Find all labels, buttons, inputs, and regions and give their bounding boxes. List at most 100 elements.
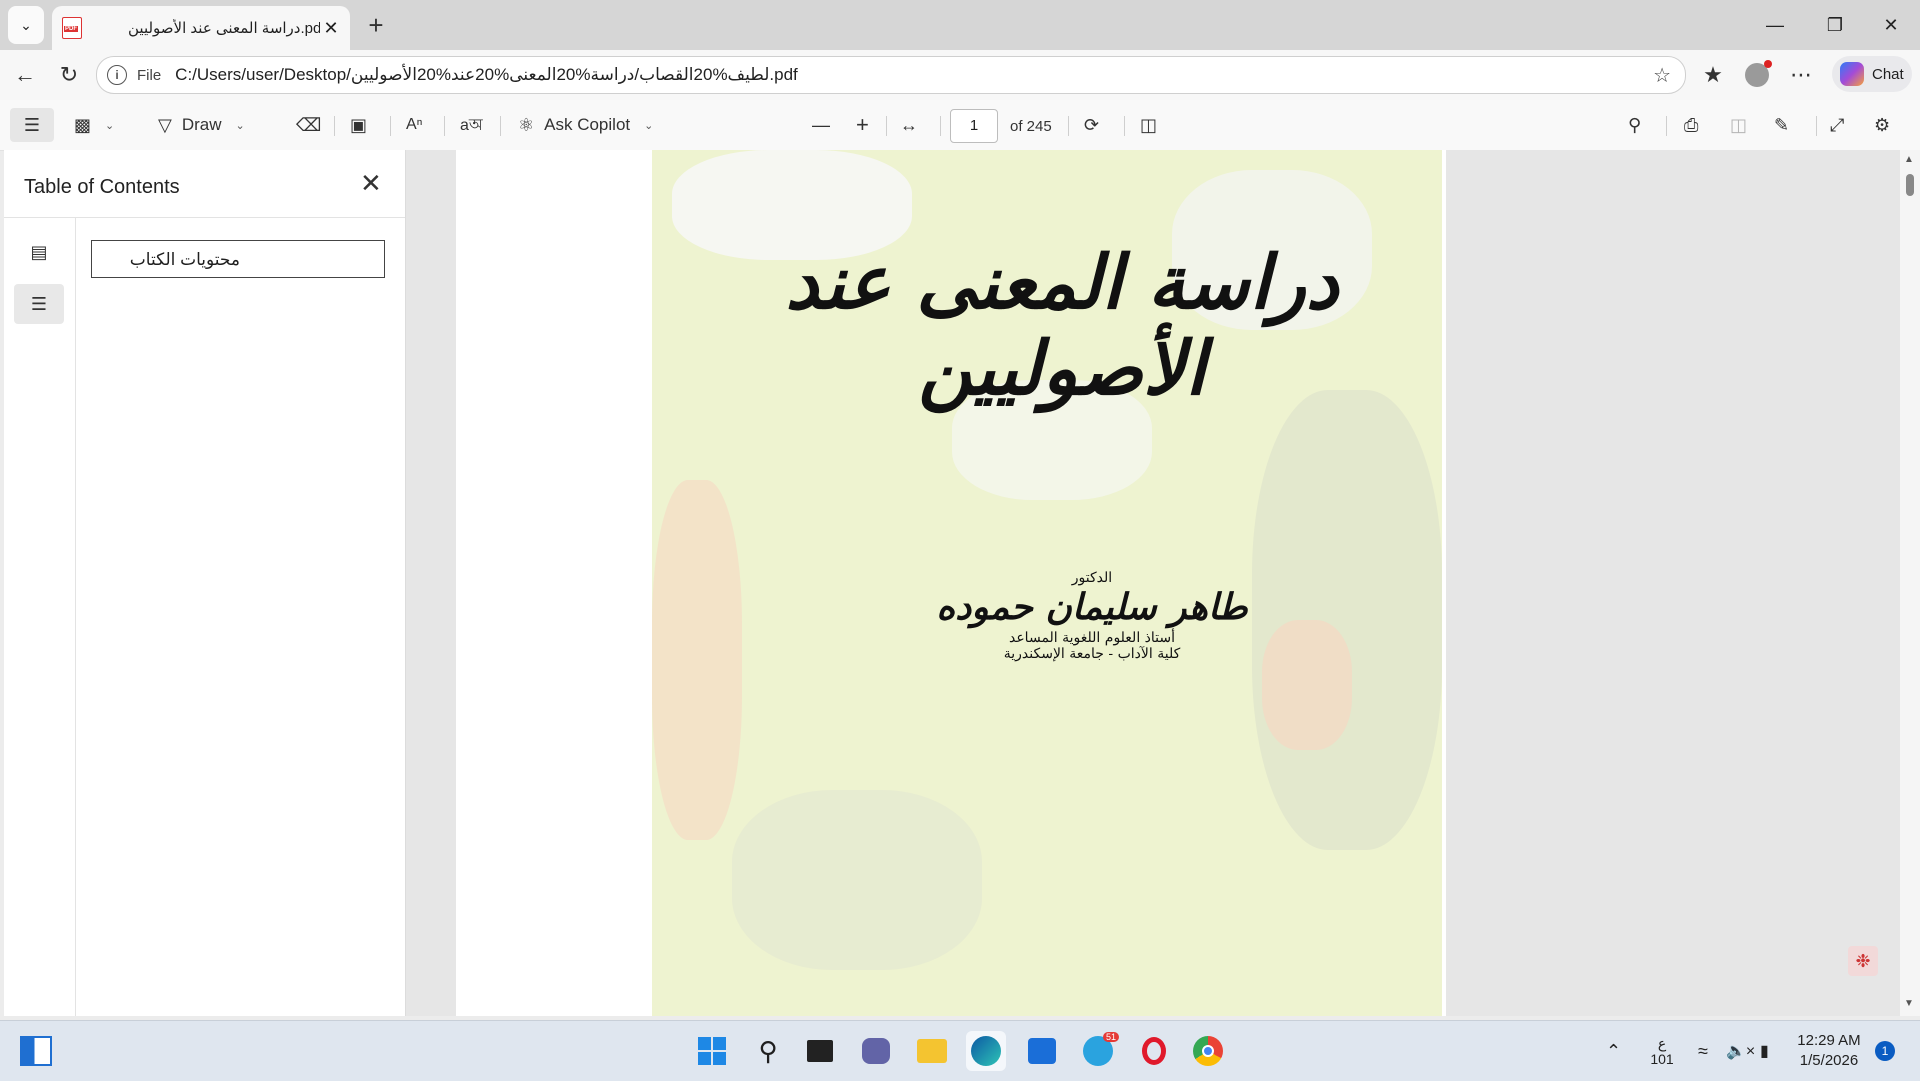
microsoft-store-icon[interactable] [1022,1031,1062,1071]
page-count: of 245 [1010,118,1052,135]
battery-icon[interactable]: ▮ [1760,1021,1769,1081]
divider [1068,116,1069,136]
language-line-2: 101 [1650,1051,1674,1067]
teams-icon[interactable] [856,1031,896,1071]
start-icon[interactable] [692,1031,732,1071]
taskbar: ⚲ 51 ⌃ ع 101 ≈ 🔈× ▮ 12:29 AM 1/5/2026 1 [0,1020,1920,1081]
image-icon: ▤ [30,241,48,262]
save-icon: ◫ [1730,114,1748,135]
fit-width-button[interactable]: ↔ [900,108,918,142]
chat-label: Chat [1872,65,1904,83]
outline-button[interactable]: ☰ [14,284,64,324]
save-as-button[interactable]: ✎ [1774,108,1789,142]
eraser-icon: ⌫ [296,114,322,135]
copilot-chat-button[interactable]: Chat [1832,56,1912,92]
divider [334,116,335,136]
opera-icon[interactable] [1134,1031,1174,1071]
erase-button[interactable]: ⌫ [296,108,321,142]
rotate-button[interactable]: ⟳ [1084,108,1099,142]
read-aloud-button[interactable]: Aⁿ [406,108,423,142]
sidebar-rail: ▤ ☰ [4,218,76,1016]
save-button[interactable]: ◫ [1730,108,1747,142]
system-clock[interactable]: 12:29 AM 1/5/2026 [1786,1031,1872,1071]
settings-button[interactable]: ⚙ [1874,108,1890,142]
book-cover: دراسة المعنى عند الأصوليين الدكتور طاهر … [652,150,1442,1016]
search-icon[interactable]: ⚲ [748,1031,788,1071]
clock-time: 12:29 AM [1797,1032,1861,1049]
print-button[interactable]: ⎙ [1684,108,1698,142]
copilot-icon: ⚛ [518,114,535,135]
list-icon: ☰ [30,293,48,314]
author-role: أستاذ العلوم اللغوية المساعد [1008,630,1176,646]
scheme-label: File [137,66,162,84]
divider [940,116,941,136]
task-view-icon[interactable] [800,1031,840,1071]
highlight-button[interactable]: ▩ ⌄ [74,108,114,142]
favorites-icon[interactable]: ★ [1696,58,1730,92]
chevron-down-icon[interactable]: ⌄ [236,119,245,132]
read-aloud-icon: Aⁿ [406,116,423,133]
edge-icon[interactable] [966,1031,1006,1071]
new-tab-button[interactable]: + [360,10,392,42]
zoom-in-button[interactable]: + [856,108,869,142]
pen-icon: ▽ [158,114,172,135]
add-text-button[interactable]: ▣ [350,108,367,142]
divider [444,116,445,136]
url-text[interactable]: C:/Users/user/Desktop/لطيف%20القصاب/دراس… [175,65,798,85]
translate-button[interactable]: aঅ [460,108,483,142]
divider [500,116,501,136]
info-icon[interactable]: i [107,65,127,85]
document-viewer[interactable]: دراسة المعنى عند الأصوليين الدكتور طاهر … [406,150,1900,1016]
acrobat-icon[interactable]: ❉ [1848,946,1878,976]
close-window-button[interactable]: ✕ [1868,8,1914,42]
fullscreen-button[interactable]: ⤢ [1830,108,1844,142]
chevron-down-icon[interactable]: ⌄ [105,119,114,132]
back-button[interactable]: ← [8,58,42,92]
draw-button[interactable]: ▽ Draw ⌄ [158,108,245,142]
widgets-icon[interactable] [16,1031,56,1071]
favorite-star-icon[interactable]: ☆ [1653,63,1671,88]
vertical-scrollbar[interactable]: ▲ ▼ [1900,150,1920,1016]
chevron-down-icon[interactable]: ⌄ [644,119,653,132]
chrome-icon[interactable] [1188,1031,1228,1071]
volume-muted-icon[interactable]: 🔈× [1726,1021,1755,1081]
scroll-thumb[interactable] [1906,174,1914,196]
gear-icon: ⚙ [1874,114,1891,135]
refresh-button[interactable]: ↻ [52,58,86,92]
address-bar[interactable]: i File C:/Users/user/Desktop/لطيف%20القص… [96,56,1686,94]
tab-close-icon[interactable]: ✕ [320,18,342,39]
input-language-indicator[interactable]: ع 101 [1650,1021,1674,1081]
list-icon: ☰ [23,114,41,135]
find-button[interactable]: ⚲ [1628,108,1641,142]
profile-avatar[interactable] [1740,58,1774,92]
zoom-out-button[interactable]: — [812,108,830,142]
scroll-down-icon[interactable]: ▼ [1904,998,1914,1009]
tab-active[interactable]: دراسة المعنى عند الأصوليين.pdf ✕ [52,6,350,50]
pdf-page: دراسة المعنى عند الأصوليين الدكتور طاهر … [456,150,1446,1016]
maximize-button[interactable]: ❐ [1812,8,1858,42]
scroll-up-icon[interactable]: ▲ [1904,154,1914,165]
wifi-icon[interactable]: ≈ [1698,1021,1708,1081]
more-menu-icon[interactable]: ⋯ [1784,58,1818,92]
show-hidden-icons-button[interactable]: ⌃ [1606,1021,1621,1081]
toc-title: Table of Contents [24,176,180,198]
telegram-icon[interactable]: 51 [1078,1031,1119,1071]
minimize-button[interactable]: — [1752,8,1798,42]
pdf-toolbar: ☰ ▩ ⌄ ▽ Draw ⌄ ⌫ ▣ Aⁿ aঅ ⚛ Ask Copilot ⌄ … [0,100,1920,151]
pdf-file-icon [62,17,82,39]
tab-title: دراسة المعنى عند الأصوليين.pdf [128,20,320,37]
table-of-contents-button[interactable]: ☰ [10,108,54,142]
divider [390,116,391,136]
file-explorer-icon[interactable] [912,1031,952,1071]
notification-badge[interactable]: 1 [1875,1041,1895,1061]
toc-item[interactable]: محتويات الكتاب [91,240,385,278]
table-of-contents-panel: Table of Contents ✕ ▤ ☰ محتويات الكتاب [4,150,406,1016]
page-number-input[interactable]: 1 [950,109,998,143]
thumbnails-button[interactable]: ▤ [14,232,64,272]
plus-icon: + [856,112,869,137]
close-icon[interactable]: ✕ [360,168,382,199]
fit-width-icon: ↔ [900,114,918,135]
page-view-button[interactable]: ◫ [1140,108,1157,142]
tab-actions-button[interactable]: ⌄ [8,6,44,44]
ask-copilot-button[interactable]: ⚛ Ask Copilot ⌄ [518,108,653,142]
